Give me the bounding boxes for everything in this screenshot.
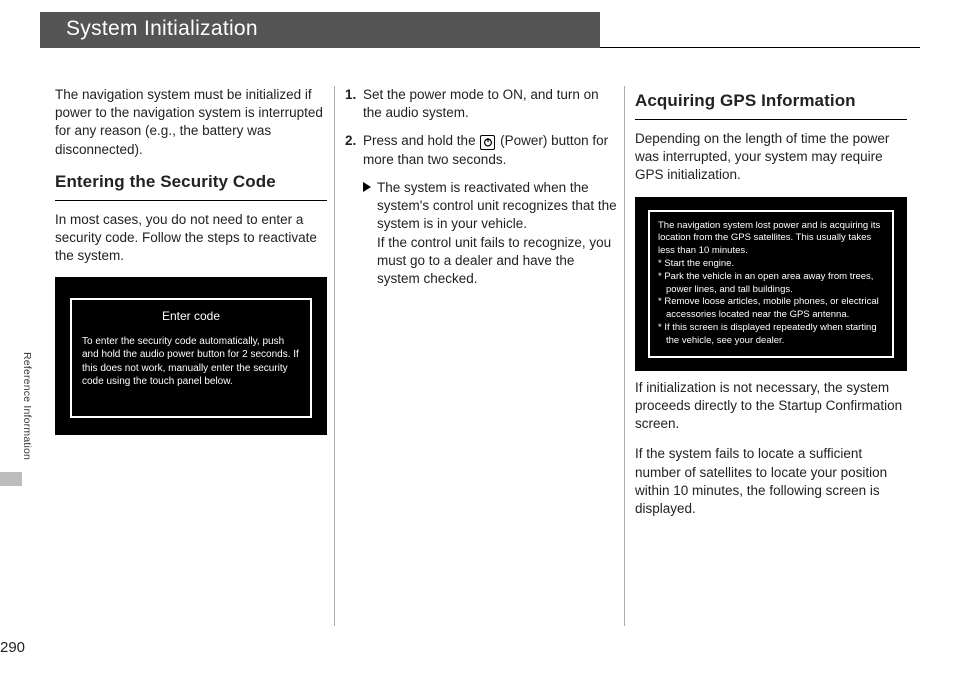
screenshot-enter-code: Enter code To enter the security code au… <box>55 277 327 435</box>
column-3: Acquiring GPS Information Depending on t… <box>635 86 907 530</box>
triangle-icon <box>363 182 371 192</box>
gps-after-1: If initialization is not necessary, the … <box>635 379 907 434</box>
heading-rule <box>635 119 907 120</box>
screenshot-body: To enter the security code automatically… <box>82 335 300 389</box>
step-1: Set the power mode to ON, and turn on th… <box>345 86 617 122</box>
step-2-result: The system is reactivated when the syste… <box>345 179 617 288</box>
column-divider <box>334 86 335 626</box>
step-1-text: Set the power mode to ON, and turn on th… <box>363 87 599 120</box>
step-2-text-a: Press and hold the <box>363 133 479 148</box>
steps-list: Set the power mode to ON, and turn on th… <box>345 86 617 288</box>
security-intro-text: In most cases, you do not need to enter … <box>55 211 327 266</box>
page-title: System Initialization <box>40 12 600 48</box>
shot-line: * Start the engine. <box>658 258 884 271</box>
side-tab-label: Reference Information <box>21 352 33 460</box>
shot-line: * Park the vehicle in an open area away … <box>658 271 884 297</box>
step-2: Press and hold the (Power) button for mo… <box>345 132 617 168</box>
column-divider <box>624 86 625 626</box>
side-tab-nub <box>0 472 22 486</box>
shot-line: * Remove loose articles, mobile phones, … <box>658 296 884 322</box>
step-2-result-a: The system is reactivated when the syste… <box>377 180 617 231</box>
screenshot-title: Enter code <box>82 308 300 324</box>
screenshot-inner: Enter code To enter the security code au… <box>70 298 312 418</box>
screenshot-body: The navigation system lost power and is … <box>658 220 884 348</box>
heading-rule <box>55 200 327 201</box>
column-1: The navigation system must be initialize… <box>55 86 327 435</box>
step-2-result-b: If the control unit fails to recognize, … <box>377 235 611 286</box>
gps-after-2: If the system fails to locate a sufficie… <box>635 445 907 518</box>
title-bar: System Initialization <box>40 12 920 48</box>
screenshot-gps-acquire: The navigation system lost power and is … <box>635 197 907 371</box>
power-icon <box>480 135 495 150</box>
title-rule <box>600 47 920 48</box>
shot-line: * If this screen is displayed repeatedly… <box>658 322 884 348</box>
intro-text: The navigation system must be initialize… <box>55 86 327 159</box>
column-2: Set the power mode to ON, and turn on th… <box>345 86 617 298</box>
page-number: 290 <box>0 639 25 656</box>
heading-security-code: Entering the Security Code <box>55 171 327 194</box>
screenshot-inner: The navigation system lost power and is … <box>648 210 894 358</box>
manual-page: System Initialization Reference Informat… <box>0 0 954 674</box>
shot-line: The navigation system lost power and is … <box>658 220 884 258</box>
gps-intro-text: Depending on the length of time the powe… <box>635 130 907 185</box>
heading-gps: Acquiring GPS Information <box>635 90 907 113</box>
